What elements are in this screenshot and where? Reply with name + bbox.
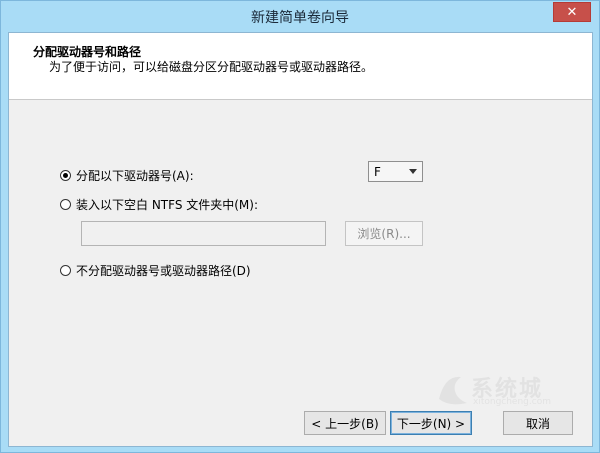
radio-mount-folder-button[interactable] xyxy=(60,198,71,210)
radio-mount-folder-label: 装入以下空白 NTFS 文件夹中(M): xyxy=(76,197,259,212)
folder-path-input[interactable] xyxy=(81,221,326,246)
radio-assign-letter-label: 分配以下驱动器号(A): xyxy=(76,168,194,183)
radio-no-assign[interactable]: 不分配驱动器号或驱动器路径(D) xyxy=(60,262,251,278)
radio-no-assign-label: 不分配驱动器号或驱动器路径(D) xyxy=(76,263,251,278)
drive-letter-value: F xyxy=(374,164,381,179)
window-title: 新建简单卷向导 xyxy=(251,10,349,26)
close-button[interactable]: ✕ xyxy=(553,2,591,22)
chevron-down-icon xyxy=(409,169,417,174)
close-icon: ✕ xyxy=(566,4,578,20)
site-watermark: 系统城 xitongcheng.com xyxy=(433,369,578,411)
radio-mount-folder[interactable]: 装入以下空白 NTFS 文件夹中(M): xyxy=(60,196,258,212)
watermark-logo-icon xyxy=(439,376,467,405)
drive-letter-select[interactable]: F xyxy=(368,161,423,182)
back-button[interactable]: < 上一步(B) xyxy=(304,411,386,435)
wizard-window: 新建简单卷向导 ✕ 分配驱动器号和路径 为了便于访问，可以给磁盘分区分配驱动器号… xyxy=(0,0,600,453)
cancel-button[interactable]: 取消 xyxy=(503,411,573,435)
next-button-label: 下一步(N) > xyxy=(396,416,466,431)
wizard-header: 分配驱动器号和路径 为了便于访问，可以给磁盘分区分配驱动器号或驱动器路径。 xyxy=(9,33,592,100)
radio-assign-letter[interactable]: 分配以下驱动器号(A): xyxy=(60,167,194,183)
radio-assign-letter-button[interactable] xyxy=(60,169,71,181)
browse-button-label: 浏览(R)... xyxy=(357,227,411,241)
back-button-label: < 上一步(B) xyxy=(311,416,379,431)
watermark-url: xitongcheng.com xyxy=(473,397,551,407)
cancel-button-label: 取消 xyxy=(525,416,550,431)
browse-button[interactable]: 浏览(R)... xyxy=(345,221,423,246)
next-button[interactable]: 下一步(N) > xyxy=(390,411,472,435)
page-subtitle: 为了便于访问，可以给磁盘分区分配驱动器号或驱动器路径。 xyxy=(49,60,374,74)
title-bar[interactable]: 新建简单卷向导 ✕ xyxy=(1,1,599,31)
radio-no-assign-button[interactable] xyxy=(60,264,71,276)
